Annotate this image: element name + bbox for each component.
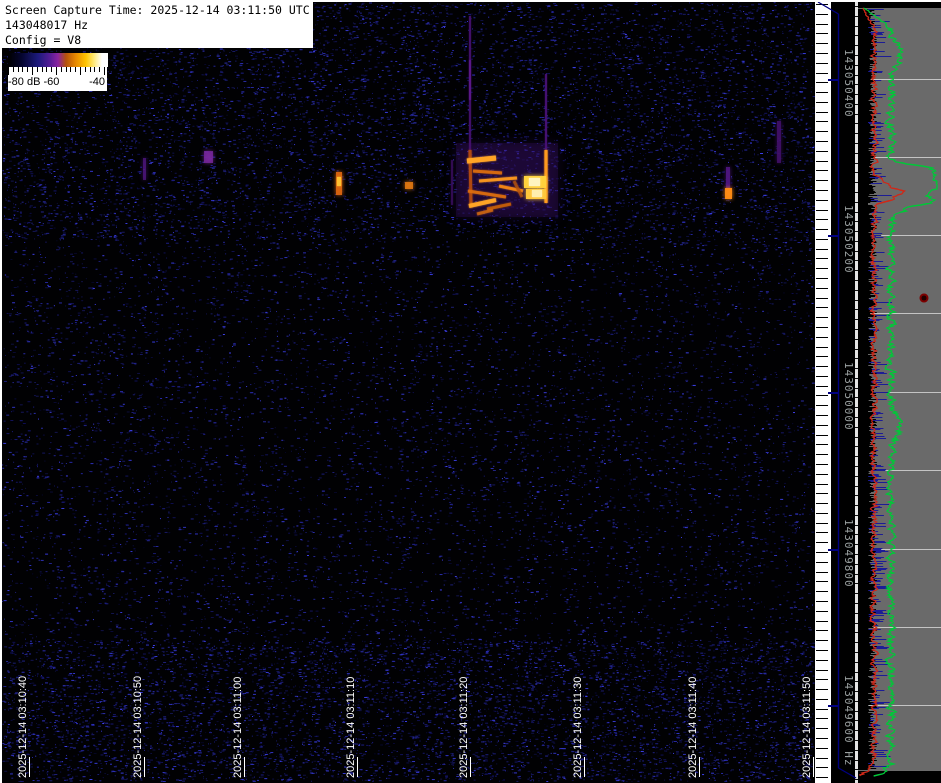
time-label-tick — [470, 757, 471, 777]
time-label: 2025-12-14 03:11:20 — [458, 676, 470, 778]
color-scale-tick — [17, 67, 19, 72]
frequency-label: 143049600 Hz — [842, 675, 855, 767]
frequency-text: 143048017 Hz — [5, 18, 89, 32]
time-label-tick — [29, 757, 30, 777]
color-scale-tick — [84, 67, 86, 72]
time-label: 2025-12-14 03:10:50 — [132, 675, 144, 778]
info-box: Screen Capture Time: 2025-12-14 03:11:50… — [2, 2, 313, 48]
time-label: 2025-12-14 03:11:50 — [801, 676, 813, 778]
spectrogram-app-window: Screen Capture Time: 2025-12-14 03:11:50… — [0, 0, 941, 783]
color-scale-tick — [70, 67, 72, 72]
time-label-tick — [584, 757, 585, 777]
color-scale-tick — [12, 67, 14, 72]
time-label-tick — [813, 757, 814, 777]
config-text: Config = V8 — [5, 33, 82, 47]
frequency-label: 143050400 — [842, 49, 855, 118]
frequency-label: 143050000 — [842, 362, 855, 431]
time-label-tick — [244, 757, 245, 777]
waterfall-spectrogram — [0, 0, 815, 783]
time-label: 2025-12-14 03:11:00 — [232, 676, 244, 778]
color-scale-tick — [22, 67, 24, 72]
spectrum-panel — [858, 0, 941, 783]
color-scale-tick — [8, 67, 9, 75]
db-label-left: -80 dB -60 — [8, 76, 60, 88]
color-scale-tick — [60, 67, 62, 72]
capture-time-text: Screen Capture Time: 2025-12-14 03:11:50… — [5, 3, 310, 17]
color-scale-tick — [51, 67, 53, 72]
color-scale-tick — [56, 67, 57, 75]
time-label-tick — [699, 757, 700, 777]
time-label: 2025-12-14 03:10:40 — [17, 675, 29, 778]
color-scale-tick — [104, 67, 105, 75]
color-scale-tick — [89, 67, 91, 72]
color-scale-tick — [41, 67, 43, 72]
frequency-label: 143050200 — [842, 205, 855, 274]
color-scale-tick — [75, 67, 77, 72]
color-scale-gradient — [8, 53, 108, 67]
color-scale-tick — [32, 67, 33, 75]
time-label: 2025-12-14 03:11:40 — [687, 676, 699, 778]
time-label: 2025-12-14 03:11:30 — [572, 676, 584, 778]
color-scale-ruler: -80 dB -60 -40 — [8, 67, 107, 91]
color-scale-tick — [94, 67, 96, 72]
color-scale-tick — [27, 67, 29, 72]
color-scale-tick — [80, 67, 81, 75]
color-scale-tick — [36, 67, 38, 72]
color-scale-tick — [46, 67, 48, 72]
color-scale: -80 dB -60 -40 — [8, 53, 108, 91]
time-label-tick — [144, 757, 145, 777]
time-label: 2025-12-14 03:11:10 — [345, 676, 357, 778]
color-scale-tick — [65, 67, 67, 72]
color-scale-labels: -80 dB -60 -40 — [8, 76, 105, 88]
db-label-right: -40 — [89, 76, 105, 88]
time-label-tick — [357, 757, 358, 777]
frequency-label: 143049800 — [842, 519, 855, 588]
window-border-left — [0, 0, 2, 783]
color-scale-tick — [99, 67, 101, 72]
